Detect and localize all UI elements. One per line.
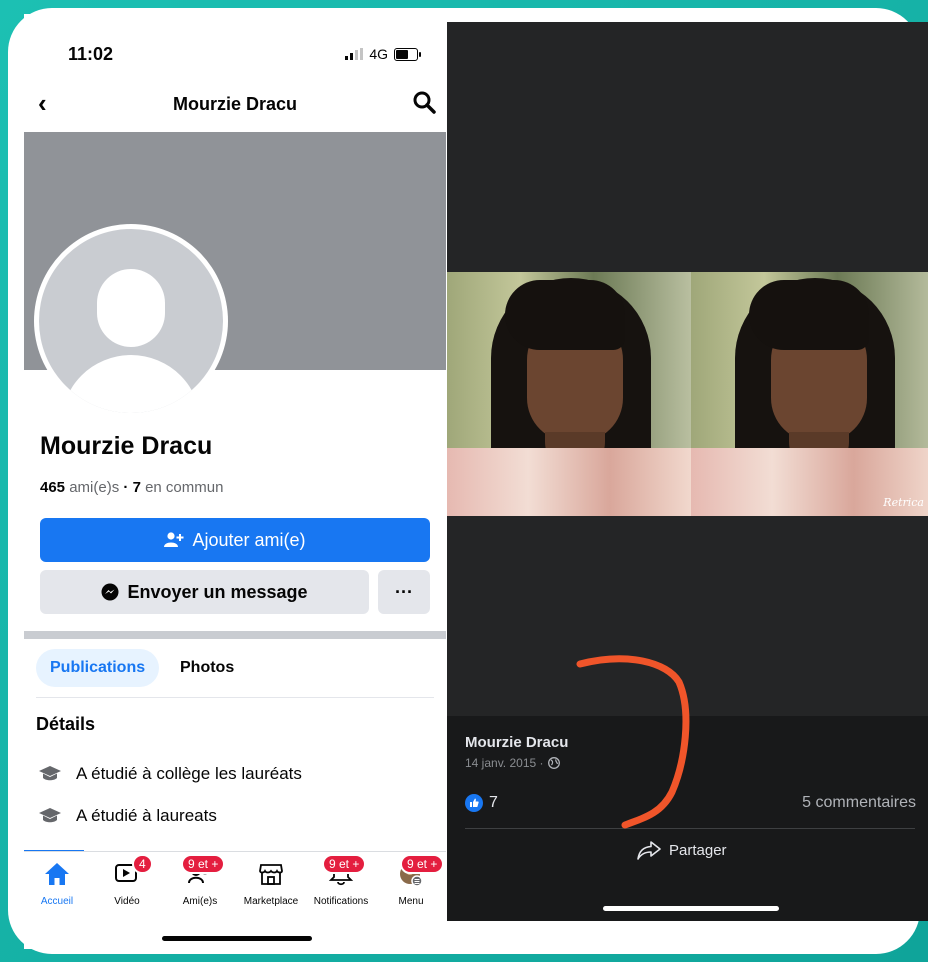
status-bar: 11:02 4G: [24, 14, 446, 74]
add-friend-button[interactable]: Ajouter ami(e): [40, 518, 430, 562]
tab-publications[interactable]: Publications: [36, 649, 160, 687]
default-avatar-icon: [39, 229, 223, 413]
detail-text: A étudié à collège les lauréats: [76, 764, 302, 783]
section-divider: [24, 631, 446, 639]
home-icon: [45, 863, 69, 885]
mutual-count: 7: [132, 479, 141, 496]
add-friend-icon: [164, 532, 184, 547]
notifications-badge: 9 et +: [322, 854, 367, 874]
add-friend-label: Ajouter ami(e): [192, 529, 306, 550]
profile-screen: 11:02 4G ‹ Mourzie Dracu Mourzie Dracu 4…: [24, 14, 446, 949]
tab-marketplace-label: Marketplace: [243, 896, 299, 907]
status-time: 11:02: [68, 44, 114, 64]
signal-icon: [345, 48, 364, 60]
friends-summary[interactable]: 465 ami(e)s · 7 en commun: [40, 479, 223, 496]
detail-education-1: A étudié à collège les lauréats: [38, 764, 302, 784]
details-heading: Détails: [36, 714, 96, 734]
more-options-button[interactable]: ···: [378, 570, 430, 614]
tab-notifications-label: Notifications: [313, 896, 369, 907]
friends-badge: 9 et +: [181, 854, 226, 874]
graduation-cap-icon: [39, 766, 61, 781]
top-navigation: ‹ Mourzie Dracu: [24, 86, 446, 126]
marketplace-icon: [259, 864, 283, 885]
search-icon[interactable]: [412, 90, 436, 114]
annotation-bracket: [576, 655, 690, 829]
home-indicator: [162, 936, 312, 941]
profile-tabs: Publications Photos: [36, 649, 436, 689]
graduation-cap-icon: [39, 808, 61, 823]
messenger-icon: [101, 583, 119, 601]
menu-badge: 9 et +: [400, 854, 445, 874]
mutual-label: en commun: [145, 479, 224, 496]
video-badge: 4: [132, 854, 153, 874]
detail-text: A étudié à laureats: [76, 806, 217, 825]
tab-video-label: Vidéo: [114, 896, 140, 907]
send-message-button[interactable]: Envoyer un message: [40, 570, 369, 614]
photo-viewer-screen: Retrica Mourzie Dracu 14 janv. 2015 · 7 …: [447, 22, 928, 921]
dot-separator: ·: [123, 479, 129, 496]
profile-name: Mourzie Dracu: [40, 432, 213, 460]
detail-education-2: A étudié à laureats: [38, 806, 217, 826]
status-indicators: 4G: [345, 46, 421, 62]
tab-menu-label: Menu: [398, 896, 424, 907]
friends-count: 465: [40, 479, 66, 496]
tabs-separator: [36, 697, 434, 698]
page-title: Mourzie Dracu: [172, 94, 298, 114]
tab-friends-label: Ami(e)s: [182, 896, 218, 907]
network-label: 4G: [369, 46, 388, 62]
battery-icon: [394, 47, 421, 61]
friends-label: ami(e)s: [69, 479, 120, 496]
send-message-label: Envoyer un message: [127, 581, 308, 602]
profile-avatar[interactable]: [34, 224, 228, 418]
tab-photos[interactable]: Photos: [166, 649, 248, 687]
tab-home-label: Accueil: [40, 896, 74, 907]
bottom-tab-bar: Accueil 4 Vidéo 9 et + Ami(e)s Marketpla…: [24, 851, 446, 912]
